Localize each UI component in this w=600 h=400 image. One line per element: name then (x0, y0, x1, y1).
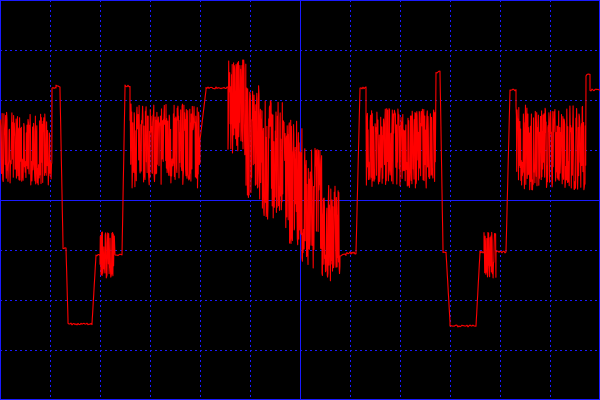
oscilloscope-display (0, 0, 600, 400)
oscilloscope-screen (0, 0, 600, 400)
